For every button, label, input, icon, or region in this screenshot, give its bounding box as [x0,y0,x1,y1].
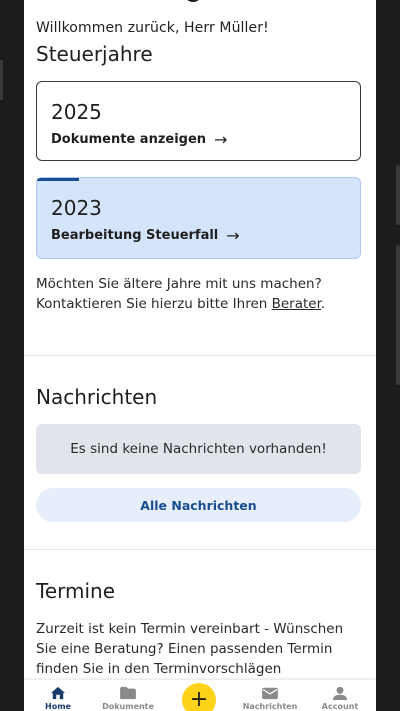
no-messages-notice: Es sind keine Nachrichten vorhanden! [36,424,361,474]
nav-documents[interactable]: Dokumente [96,680,160,711]
camera-notch [184,0,202,2]
case-processing-label: Bearbeitung Steuerfall [51,228,219,243]
tax-year-card-2025[interactable]: 2025 Dokumente anzeigen → [36,81,361,161]
side-button [396,245,400,385]
nav-messages-label: Nachrichten [242,702,298,711]
home-icon [51,686,65,700]
section-divider [24,355,376,356]
mail-icon [262,687,278,700]
nav-home-label: Home [45,702,71,711]
nav-account[interactable]: Account [308,680,372,711]
side-button [0,60,3,100]
case-progress-bar [37,178,79,181]
arrow-right-icon: → [214,130,228,149]
tax-year-label: 2025 [51,100,102,124]
all-messages-button[interactable]: Alle Nachrichten [36,488,361,522]
tax-years-title: Steuerjahre [36,42,153,66]
appointments-text: Zurzeit ist kein Termin vereinbart - Wün… [36,621,344,677]
add-button[interactable]: + [182,683,216,711]
messages-title: Nachrichten [36,385,158,409]
section-divider [24,549,376,550]
folder-icon [120,686,136,700]
app-screen: Willkommen zurück, Herr Müller! Steuerja… [24,0,376,711]
nav-account-label: Account [321,702,359,711]
appointments-title: Termine [36,579,116,603]
older-years-end: . [320,296,326,312]
welcome-text: Willkommen zurück, Herr Müller! [36,20,269,36]
view-documents-label: Dokumente anzeigen [51,132,207,147]
nav-home[interactable]: Home [26,680,90,711]
case-processing-link[interactable]: Bearbeitung Steuerfall → [51,226,240,245]
arrow-right-icon: → [226,226,240,245]
tax-year-label: 2023 [51,196,102,220]
nav-documents-label: Dokumente [102,702,154,711]
side-button [396,165,400,225]
advisor-link[interactable]: Berater [272,296,321,312]
tax-year-card-2023[interactable]: 2023 Bearbeitung Steuerfall → [36,177,361,259]
person-icon [333,686,347,700]
view-documents-link[interactable]: Dokumente anzeigen → [51,130,227,149]
older-years-text: Möchten Sie ältere Jahre mit uns machen?… [36,274,356,314]
nav-messages[interactable]: Nachrichten [238,680,302,711]
